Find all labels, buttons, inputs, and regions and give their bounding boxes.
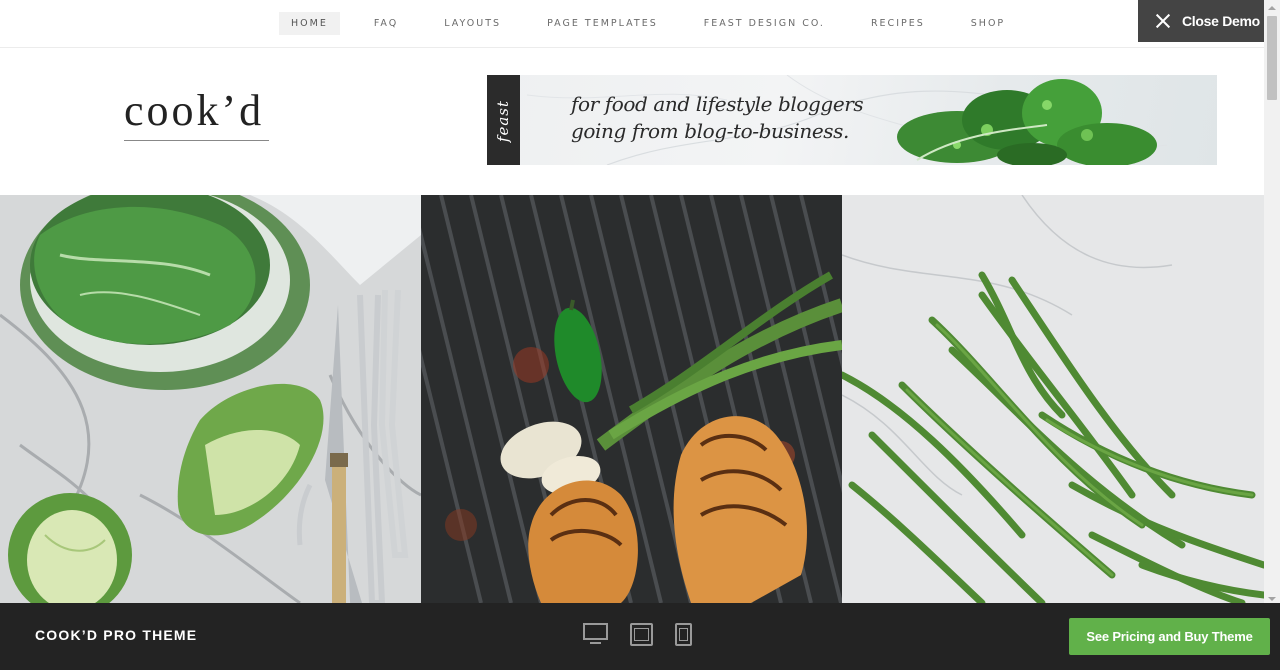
nav-item-home[interactable]: HOME <box>279 12 340 35</box>
banner-line-1: for food and lifestyle bloggers <box>571 92 864 116</box>
demo-page: HOME FAQ LAYOUTS PAGE TEMPLATES FEAST DE… <box>0 0 1280 670</box>
logo-underline <box>124 140 269 141</box>
see-pricing-button[interactable]: See Pricing and Buy Theme <box>1069 618 1270 655</box>
nav-item-shop[interactable]: SHOP <box>959 12 1017 35</box>
kale-leaves <box>897 79 1157 165</box>
site-logo[interactable]: cook’d <box>124 86 269 136</box>
nav-item-recipes[interactable]: RECIPES <box>859 12 937 35</box>
cabbage-image <box>0 195 421 603</box>
close-demo-button[interactable]: Close Demo <box>1138 0 1264 42</box>
feast-banner-ad[interactable]: feast for food and lifestyle bloggers go… <box>487 75 1217 165</box>
banner-feast-tab: feast <box>487 75 520 165</box>
phone-icon[interactable] <box>675 623 692 646</box>
nav-menu: HOME FAQ LAYOUTS PAGE TEMPLATES FEAST DE… <box>279 12 1039 35</box>
scroll-up-arrow-icon[interactable] <box>1268 6 1276 10</box>
scroll-down-arrow-icon[interactable] <box>1268 597 1276 601</box>
green-beans-image <box>842 195 1264 603</box>
featured-photo-grid <box>0 195 1264 603</box>
close-icon <box>1156 14 1170 28</box>
photo-grilled-chicken[interactable] <box>421 195 842 603</box>
nav-item-faq[interactable]: FAQ <box>362 12 410 35</box>
feast-logo-text: feast <box>494 99 512 143</box>
photo-cabbage[interactable] <box>0 195 421 603</box>
close-demo-label: Close Demo <box>1182 13 1260 29</box>
nav-item-feast-design[interactable]: FEAST DESIGN CO. <box>692 12 837 35</box>
nav-item-page-templates[interactable]: PAGE TEMPLATES <box>535 12 670 35</box>
grill-image <box>421 195 842 603</box>
banner-tagline: for food and lifestyle bloggers going fr… <box>571 91 864 145</box>
device-preview-switcher <box>583 623 714 646</box>
top-navigation: HOME FAQ LAYOUTS PAGE TEMPLATES FEAST DE… <box>0 0 1264 48</box>
photo-green-beans[interactable] <box>842 195 1264 603</box>
page-scrollbar[interactable] <box>1264 0 1280 603</box>
demo-bottom-bar: COOK’D PRO THEME See Pricing and Buy The… <box>0 603 1280 670</box>
theme-name: COOK’D PRO THEME <box>35 627 198 643</box>
scroll-thumb[interactable] <box>1267 16 1277 100</box>
desktop-icon[interactable] <box>583 623 608 646</box>
tablet-icon[interactable] <box>630 623 653 646</box>
banner-line-2: going from blog-to-business. <box>571 119 849 143</box>
nav-item-layouts[interactable]: LAYOUTS <box>432 12 513 35</box>
